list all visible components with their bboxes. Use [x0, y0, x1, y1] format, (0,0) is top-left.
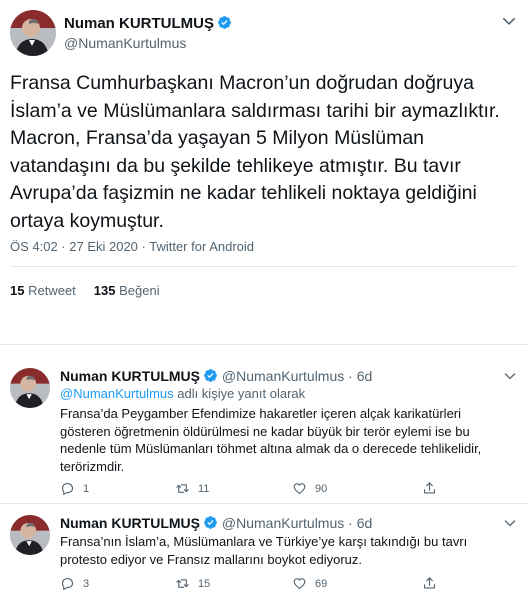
reply-text: Fransa’da Peygamber Efendimize hakaretle… [60, 406, 482, 474]
like-action[interactable]: 90 [292, 481, 327, 496]
like-stat[interactable]: 135 Beğeni [94, 283, 160, 298]
author-handle[interactable]: @NumanKurtulmus [222, 515, 344, 531]
author-name[interactable]: Numan KURTULMUŞ [64, 15, 214, 32]
retweet-count: 11 [198, 482, 210, 495]
retweet-icon [176, 579, 189, 588]
reply-action[interactable]: 1 [60, 481, 89, 496]
verified-badge-icon [204, 516, 217, 529]
retweet-action[interactable]: 11 [175, 481, 209, 496]
author-handle[interactable]: @NumanKurtulmus [222, 368, 344, 384]
share-action[interactable] [422, 576, 437, 591]
avatar[interactable] [10, 368, 50, 408]
author-handle[interactable]: @NumanKurtulmus [64, 35, 186, 51]
reply-count: 3 [83, 577, 90, 590]
chevron-down-icon[interactable] [502, 14, 516, 28]
retweet-count: 15 [198, 577, 211, 590]
retweet-count: 15 [10, 283, 25, 298]
verified-badge-icon [204, 369, 217, 382]
reply-icon [61, 577, 74, 590]
share-icon [423, 577, 436, 589]
chevron-down-icon[interactable] [504, 517, 516, 529]
action-bar: 3 15 69 [60, 576, 490, 592]
avatar[interactable] [10, 10, 56, 56]
reply-action[interactable]: 3 [60, 576, 89, 591]
replying-to: @NumanKurtulmus adlı kişiye yanıt olarak [60, 386, 305, 401]
reply-tweet[interactable]: Numan KURTULMUŞ @NumanKurtulmus · 6d Fra… [0, 515, 528, 600]
chevron-down-icon[interactable] [504, 370, 516, 382]
retweet-icon [176, 484, 189, 493]
divider [10, 266, 518, 267]
reply-time[interactable]: · 6d [348, 368, 372, 384]
replying-suffix: adlı kişiye yanıt olarak [173, 386, 306, 401]
like-icon [293, 578, 306, 590]
reply-time[interactable]: · 6d [348, 515, 372, 531]
divider [0, 503, 528, 504]
retweet-stat[interactable]: 15 Retweet [10, 283, 76, 298]
reply-text: Fransa’nın İslam’a, Müslümanlara ve Türk… [60, 534, 468, 567]
verified-badge-icon [218, 16, 231, 29]
tweet-text: Fransa Cumhurbaşkanı Macron’un doğrudan … [10, 72, 500, 232]
reply-icon [61, 482, 74, 495]
like-count: 90 [315, 482, 328, 495]
reply-count: 1 [83, 482, 90, 495]
reply-header: Numan KURTULMUŞ @NumanKurtulmus · 6d [60, 515, 372, 531]
share-icon [423, 482, 436, 494]
reply-tweet[interactable]: Numan KURTULMUŞ @NumanKurtulmus · 6d @Nu… [0, 368, 528, 508]
like-icon [293, 483, 306, 495]
tweet-timestamp[interactable]: ÖS 4:02 · 27 Eki 2020 · Twitter for Andr… [10, 239, 254, 254]
retweet-action[interactable]: 15 [175, 576, 210, 591]
avatar[interactable] [10, 515, 50, 555]
reply-header: Numan KURTULMUŞ @NumanKurtulmus · 6d [60, 368, 372, 384]
avatar-image [10, 368, 50, 408]
like-label: Beğeni [119, 283, 160, 298]
author-name[interactable]: Numan KURTULMUŞ [60, 515, 200, 531]
avatar-image [10, 10, 56, 56]
main-tweet: Numan KURTULMUŞ @NumanKurtulmus Fransa C… [0, 0, 528, 345]
like-count: 135 [93, 283, 116, 298]
replying-mention[interactable]: @NumanKurtulmus [60, 386, 174, 401]
action-bar: 1 11 90 [60, 481, 490, 497]
like-action[interactable]: 69 [292, 576, 327, 591]
tweet-stats: 15 Retweet 135 Beğeni [10, 283, 160, 298]
retweet-label: Retweet [28, 283, 76, 298]
author-name-row[interactable]: Numan KURTULMUŞ [64, 15, 232, 32]
author-name[interactable]: Numan KURTULMUŞ [60, 368, 200, 384]
like-count: 69 [315, 577, 328, 590]
avatar-image [10, 515, 50, 555]
share-action[interactable] [422, 481, 437, 496]
